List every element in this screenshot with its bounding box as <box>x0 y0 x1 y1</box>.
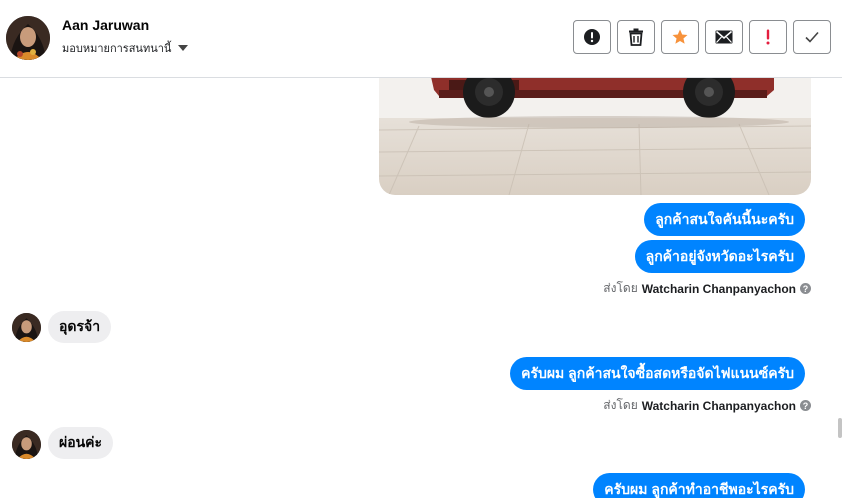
assign-conversation-dropdown[interactable]: มอบหมายการสนทนานี้ <box>62 39 189 57</box>
message-thread: ลูกค้าสนใจคันนี้นะครับ ลูกค้าอยู่จังหวัด… <box>0 78 836 498</box>
sent-by-label: ส่งโดย Watcharin Chanpanyachon ? <box>603 279 811 298</box>
outgoing-message[interactable]: ลูกค้าอยู่จังหวัดอะไรครับ <box>634 240 805 273</box>
contact-avatar[interactable] <box>6 16 50 60</box>
star-icon <box>672 29 688 44</box>
sent-by-prefix: ส่งโดย <box>603 398 638 412</box>
mark-unread-button[interactable] <box>705 20 743 54</box>
contact-avatar-small[interactable] <box>12 430 41 459</box>
assign-label: มอบหมายการสนทนานี้ <box>62 43 172 55</box>
alert-circle-icon <box>584 29 600 45</box>
trash-icon <box>629 28 643 46</box>
help-icon[interactable]: ? <box>800 400 811 411</box>
envelope-icon <box>715 30 733 44</box>
sent-by-prefix: ส่งโดย <box>603 281 638 295</box>
conversation-actions <box>573 20 831 54</box>
spam-button[interactable] <box>573 20 611 54</box>
incoming-message[interactable]: ผ่อนค่ะ <box>48 427 114 459</box>
delete-button[interactable] <box>617 20 655 54</box>
follow-up-button[interactable] <box>749 20 787 54</box>
conversation-header: Aan Jaruwan มอบหมายการสนทนานี้ <box>0 0 842 78</box>
outgoing-message[interactable]: ครับผม ลูกค้าสนใจซื้อสดหรือจัดไฟแนนซ์ครั… <box>510 357 805 390</box>
mark-done-button[interactable] <box>793 20 831 54</box>
sent-by-label: ส่งโดย Watcharin Chanpanyachon ? <box>603 396 811 415</box>
sender-name[interactable]: Watcharin Chanpanyachon <box>642 399 796 413</box>
car-photo-attachment[interactable] <box>379 78 811 195</box>
outgoing-message[interactable]: ลูกค้าสนใจคันนี้นะครับ <box>644 203 805 236</box>
contact-avatar-small[interactable] <box>12 313 41 342</box>
outgoing-message[interactable]: ครับผม ลูกค้าทำอาชีพอะไรครับ <box>593 473 805 498</box>
scrollbar-thumb[interactable] <box>838 418 842 438</box>
checkmark-icon <box>805 31 819 43</box>
incoming-message[interactable]: อุดรจ้า <box>48 311 112 343</box>
contact-name[interactable]: Aan Jaruwan <box>62 17 149 33</box>
star-button[interactable] <box>661 20 699 54</box>
caret-down-icon <box>178 45 189 51</box>
exclamation-icon <box>766 29 770 45</box>
sender-name[interactable]: Watcharin Chanpanyachon <box>642 282 796 296</box>
help-icon[interactable]: ? <box>800 283 811 294</box>
